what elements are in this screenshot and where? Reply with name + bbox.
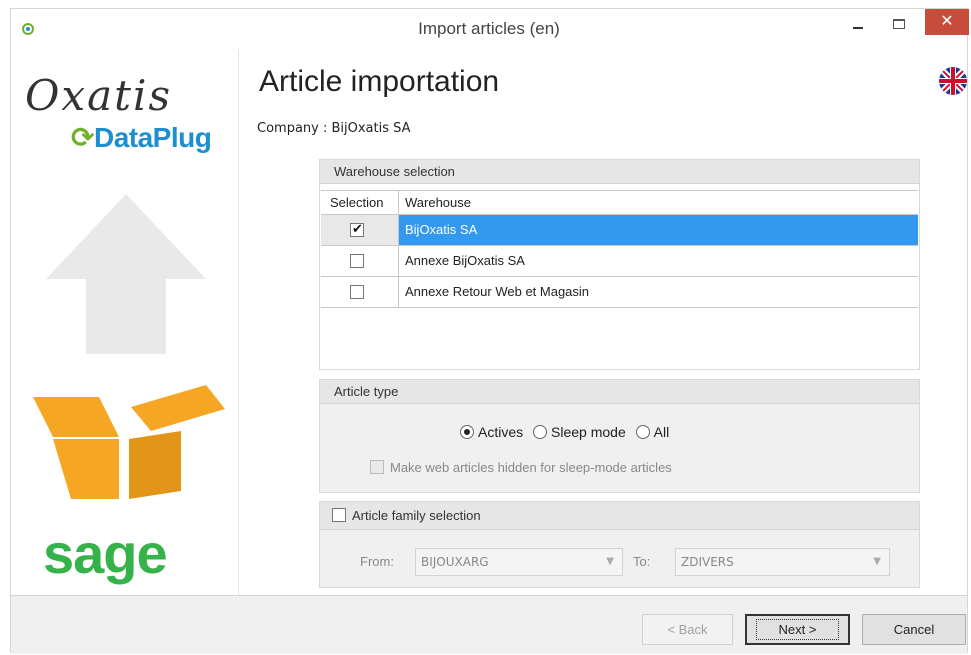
radio-all[interactable]: All [635,424,670,440]
oxatis-logo: Oxatis [25,71,173,120]
family-to-select[interactable]: ZDIVERS ▼ [675,548,890,576]
upload-arrow-icon [46,194,206,354]
radio-sleep-mode[interactable]: Sleep mode [533,424,626,440]
close-icon[interactable]: ✕ [925,9,969,35]
family-from-select[interactable]: BIJOUXARG ▼ [415,548,623,576]
hidden-articles-option[interactable]: Make web articles hidden for sleep-mode … [370,460,672,475]
radio-label: All [653,424,670,440]
radio-actives[interactable]: Actives [460,424,523,440]
import-dialog: Import articles (en) ✕ Oxatis ⟳DataPlug … [10,8,969,654]
company-label: Company : BijOxatis SA [257,121,411,136]
branding-panel: Oxatis ⟳DataPlug sage [11,49,239,601]
warehouse-name: Annexe Retour Web et Magasin [405,284,590,299]
column-header-selection[interactable]: Selection [321,191,399,214]
article-family-header[interactable]: Article family selection [320,502,919,530]
uk-flag-icon[interactable] [939,67,967,95]
plug-icon: ⟳ [71,122,94,153]
radio-button[interactable] [460,425,474,439]
warehouse-checkbox[interactable] [350,221,364,237]
page-title: Article importation [259,65,500,98]
family-from-value: BIJOUXARG [421,555,489,569]
next-button-label: Next > [755,619,840,640]
back-button[interactable]: < Back [642,614,733,645]
warehouse-selection-group: Warehouse selection Selection Warehouse … [319,159,920,370]
warehouse-row[interactable]: Annexe BijOxatis SA [321,246,918,277]
sage-logo: sage [43,522,168,585]
minimize-icon[interactable] [853,27,863,29]
radio-button[interactable] [635,425,650,439]
window-title: Import articles (en) [418,19,560,38]
hidden-articles-label: Make web articles hidden for sleep-mode … [390,460,672,475]
dialog-footer: < Back Next > Cancel [11,595,967,654]
chevron-down-icon[interactable]: ▼ [606,549,614,575]
radio-label: Actives [478,424,524,440]
to-label: To: [633,554,651,569]
dataplug-logo: ⟳DataPlug [71,121,212,154]
warehouse-checkbox[interactable] [350,254,364,268]
family-to-value: ZDIVERS [681,555,734,569]
warehouse-name: Annexe BijOxatis SA [405,253,525,268]
open-box-icon [33,385,225,499]
next-button[interactable]: Next > [745,614,850,645]
row-selection-cell [321,277,399,307]
warehouse-grid-header: Selection Warehouse [321,190,918,215]
row-selection-cell [321,246,399,276]
column-header-warehouse[interactable]: Warehouse [405,191,471,214]
hidden-articles-checkbox[interactable] [370,460,384,474]
warehouse-checkbox[interactable] [350,285,364,299]
article-family-checkbox[interactable] [332,508,346,522]
radio-label: Sleep mode [551,424,626,440]
article-type-radio-group: Actives Sleep mode All [460,424,675,440]
warehouse-group-title: Warehouse selection [320,160,919,184]
warehouse-row[interactable]: BijOxatis SA [321,215,918,246]
warehouse-name: BijOxatis SA [405,222,478,237]
radio-button[interactable] [533,425,548,439]
article-type-title: Article type [320,380,919,404]
chevron-down-icon[interactable]: ▼ [873,549,881,575]
maximize-icon[interactable] [893,19,905,29]
title-bar: Import articles (en) ✕ [11,9,969,49]
dataplug-text: DataPlug [93,122,212,153]
warehouse-row[interactable]: Annexe Retour Web et Magasin [321,277,918,308]
cancel-button[interactable]: Cancel [862,614,966,645]
article-family-label: Article family selection [352,508,481,523]
row-selection-cell [321,215,399,245]
from-label: From: [360,554,394,569]
article-family-group: Article family selection From: BIJOUXARG… [319,501,920,588]
article-type-group: Article type Actives Sleep mode All Make… [319,379,920,493]
